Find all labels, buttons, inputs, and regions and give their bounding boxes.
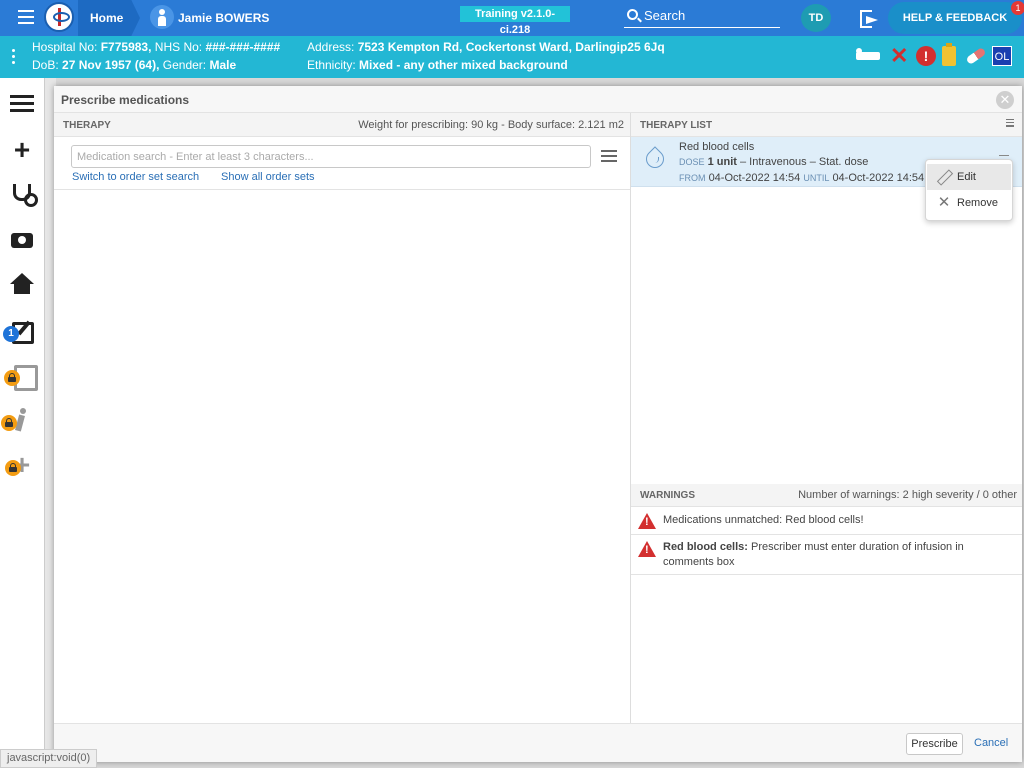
pencil-icon	[937, 170, 951, 184]
camera-icon[interactable]	[8, 226, 36, 254]
list-icon[interactable]	[8, 91, 36, 119]
therapy-list-menu-icon[interactable]	[1006, 119, 1014, 127]
warning-item: Red blood cells: Prescriber must enter d…	[631, 535, 1022, 575]
medication-search-input[interactable]	[71, 145, 591, 168]
therapy-name: Red blood cells	[679, 141, 755, 153]
divider	[54, 189, 630, 190]
pill-icon[interactable]	[966, 46, 986, 66]
home-label[interactable]: Home	[90, 11, 123, 25]
browser-status-bar: javascript:void(0)	[0, 749, 98, 768]
prescribe-medications-dialog: Prescribe medications ✕ THERAPY Weight f…	[54, 86, 1022, 762]
hospital-no-label: Hospital No:	[32, 40, 98, 54]
remove-menu-item[interactable]: ✕ Remove	[927, 190, 1011, 216]
ethnicity-label: Ethnicity:	[307, 58, 356, 72]
search-options-menu-icon[interactable]	[601, 150, 617, 162]
more-vert-icon[interactable]	[12, 49, 16, 65]
user-avatar[interactable]: TD	[801, 4, 831, 32]
warning-message: Medications unmatched: Red blood cells!	[663, 514, 864, 526]
dialog-title: Prescribe medications	[61, 93, 190, 107]
therapy-dates: FROM 04-Oct-2022 14:54 UNTIL 04-Oct-2022…	[679, 172, 924, 184]
home-icon[interactable]	[8, 271, 36, 299]
cancel-link[interactable]: Cancel	[974, 737, 1008, 749]
prescribe-button[interactable]: Prescribe	[906, 733, 963, 755]
dose-caption: DOSE	[679, 157, 705, 167]
close-icon: ✕	[937, 194, 951, 211]
warning-icon	[638, 541, 656, 557]
gender-label: Gender:	[162, 58, 207, 72]
sign-out-icon[interactable]	[860, 10, 880, 28]
dose-route: – Intravenous – Stat. dose	[736, 156, 869, 168]
therapy-title: THERAPY	[63, 120, 111, 131]
banner-line-2: DoB: 27 Nov 1957 (64), Gender: Male	[32, 58, 236, 72]
warning-text: Red blood cells: Prescriber must enter d…	[663, 540, 993, 570]
blood-drop-icon	[643, 144, 665, 172]
top-bar: Home Jamie BOWERS Training v2.1.0-ci.218…	[0, 0, 1024, 36]
address-label: Address:	[307, 40, 355, 54]
dob-label: DoB:	[32, 58, 59, 72]
warning-icon	[638, 513, 656, 529]
search-label: Search	[644, 8, 686, 23]
lock-icon	[4, 370, 20, 386]
nhs-no-label: NHS No:	[154, 40, 203, 54]
from-value: 04-Oct-2022 14:54	[708, 172, 801, 184]
ol-badge[interactable]: OL	[992, 46, 1012, 66]
hamburger-menu-icon[interactable]	[18, 10, 34, 26]
switch-order-set-link[interactable]: Switch to order set search	[72, 171, 199, 183]
therapy-list-header: THERAPY LIST	[631, 113, 1022, 137]
dob-value: 27 Nov 1957 (64),	[62, 58, 160, 72]
warning-bold: Red blood cells:	[663, 541, 748, 553]
medication-bottle-icon[interactable]	[942, 43, 956, 66]
banner-address: Address: 7523 Kempton Rd, Cockertonst Wa…	[307, 40, 665, 54]
warnings-summary: Number of warnings: 2 high severity / 0 …	[798, 489, 1017, 501]
exclamation-alert-icon[interactable]: !	[916, 46, 936, 66]
edit-menu-item[interactable]: Edit	[927, 164, 1011, 190]
bed-icon[interactable]	[854, 46, 882, 66]
address-value: 7523 Kempton Rd, Cockertonst Ward, Darli…	[357, 40, 665, 54]
patient-name[interactable]: Jamie BOWERS	[178, 11, 269, 25]
warning-text: Medications unmatched: Red blood cells!	[663, 513, 864, 528]
nhs-no-value: ###-###-####	[205, 40, 281, 54]
dialog-footer: Prescribe Cancel	[54, 723, 1022, 762]
global-search[interactable]: Search	[624, 5, 780, 28]
warning-item: Medications unmatched: Red blood cells!	[631, 507, 1022, 535]
dose-value: 1 unit	[707, 156, 737, 168]
cross-alert-icon[interactable]: ✕	[890, 45, 908, 67]
therapy-dose: DOSE 1 unit – Intravenous – Stat. dose	[679, 156, 868, 168]
gender-value: Male	[209, 58, 237, 72]
banner-line-1: Hospital No: F775983, NHS No: ###-###-##…	[32, 40, 280, 54]
training-badge: Training v2.1.0-ci.218	[460, 6, 570, 36]
notification-badge: 1	[1011, 1, 1024, 15]
until-caption: UNTIL	[803, 173, 830, 183]
lock-icon	[1, 415, 17, 431]
panel-divider	[630, 113, 631, 723]
until-value: 04-Oct-2022 14:54	[832, 172, 925, 184]
show-all-order-sets-link[interactable]: Show all order sets	[221, 171, 315, 183]
warnings-title: WARNINGS	[640, 490, 695, 501]
remove-label: Remove	[957, 197, 998, 209]
left-sidebar: + 1 +	[0, 78, 44, 768]
ethnicity-value: Mixed - any other mixed background	[359, 58, 568, 72]
therapy-header: THERAPY Weight for prescribing: 90 kg - …	[54, 113, 630, 137]
warnings-header: WARNINGS Number of warnings: 2 high seve…	[631, 484, 1022, 507]
edit-note-badge: 1	[3, 326, 19, 342]
weight-info: Weight for prescribing: 90 kg - Body sur…	[358, 119, 624, 131]
context-menu: Edit ✕ Remove	[925, 159, 1013, 221]
edit-label: Edit	[957, 171, 976, 183]
banner-ethnicity: Ethnicity: Mixed - any other mixed backg…	[307, 58, 568, 72]
therapy-list-title: THERAPY LIST	[640, 120, 713, 131]
dialog-header: Prescribe medications ✕	[54, 86, 1022, 113]
from-caption: FROM	[679, 173, 706, 183]
search-icon	[627, 9, 638, 20]
add-icon[interactable]: +	[8, 136, 36, 164]
lock-icon	[5, 460, 21, 476]
hospital-no-value: F775983,	[100, 40, 152, 54]
stethoscope-icon[interactable]	[8, 181, 38, 209]
close-icon[interactable]: ✕	[996, 91, 1014, 109]
person-icon	[150, 5, 174, 29]
help-feedback-button[interactable]: HELP & FEEDBACK	[888, 2, 1022, 34]
app-logo[interactable]	[44, 2, 74, 32]
